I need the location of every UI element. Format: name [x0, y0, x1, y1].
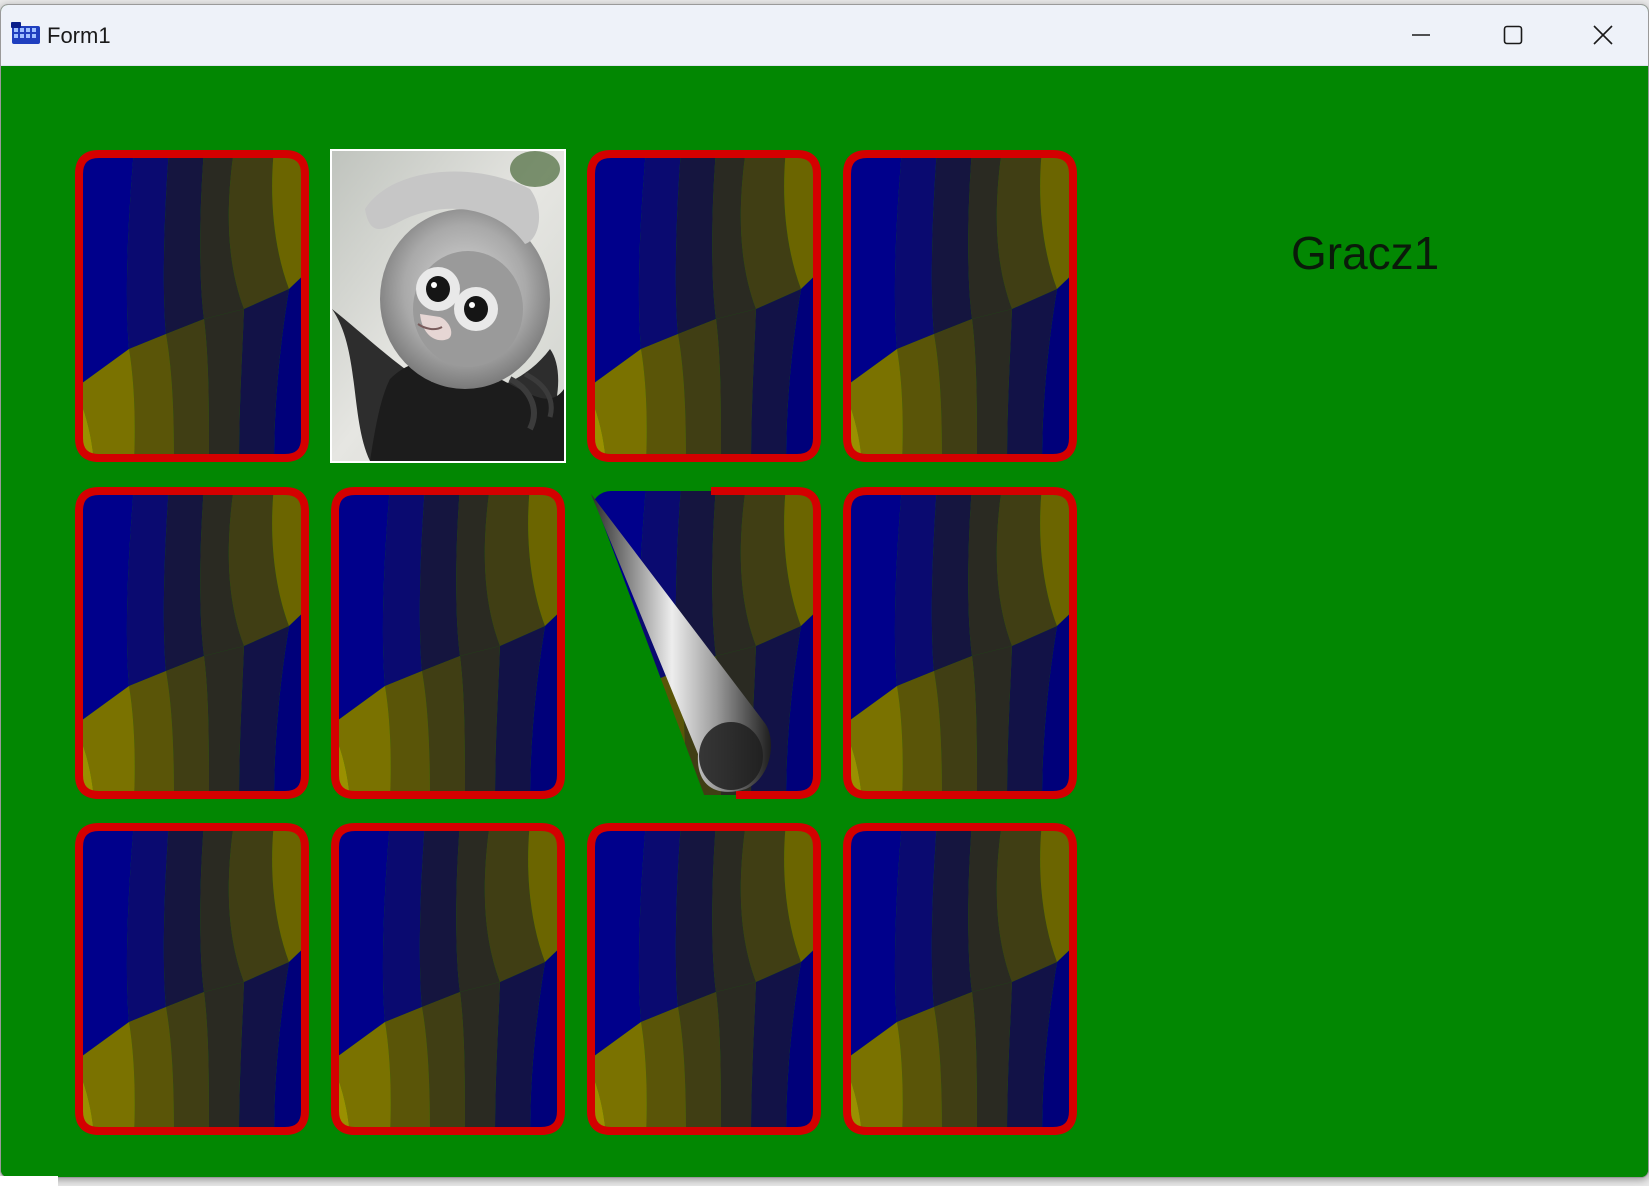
monkey-photo-image — [330, 149, 566, 463]
memory-card[interactable] — [74, 149, 310, 463]
memory-card[interactable] — [842, 486, 1078, 800]
title-bar[interactable]: Form1 — [1, 5, 1648, 66]
card-back-pattern — [843, 150, 1077, 462]
memory-card[interactable] — [330, 822, 566, 1136]
app-icon — [11, 22, 40, 44]
card-back-pattern — [331, 487, 565, 799]
card-back-pattern — [75, 823, 309, 1135]
memory-card[interactable] — [586, 149, 822, 463]
card-back-pattern — [331, 823, 565, 1135]
memory-card[interactable] — [586, 822, 822, 1136]
app-window: Form1 Gracz1 — [0, 4, 1649, 1178]
minimize-button[interactable] — [1375, 5, 1467, 65]
page-curl-tip — [699, 722, 763, 790]
card-back-pattern — [75, 487, 309, 799]
player-label: Gracz1 — [1291, 227, 1440, 279]
memory-card[interactable] — [842, 822, 1078, 1136]
card-back-pattern — [587, 823, 821, 1135]
card-back-pattern — [587, 150, 821, 462]
minimize-icon — [1412, 34, 1430, 36]
memory-card[interactable] — [842, 149, 1078, 463]
close-button[interactable] — [1557, 5, 1648, 65]
maximize-icon — [1503, 25, 1523, 45]
card-back-pattern — [75, 150, 309, 462]
card-back-pattern — [591, 487, 821, 799]
game-board: Gracz1 — [1, 66, 1648, 1177]
memory-card-revealed[interactable] — [330, 149, 566, 463]
maximize-button[interactable] — [1467, 5, 1559, 65]
window-title: Form1 — [47, 23, 111, 48]
close-icon — [1593, 25, 1613, 45]
memory-card[interactable] — [74, 822, 310, 1136]
memory-card[interactable] — [330, 486, 566, 800]
memory-card-flipping[interactable] — [586, 486, 822, 800]
card-back-pattern — [843, 487, 1077, 799]
card-back-pattern — [843, 823, 1077, 1135]
memory-card[interactable] — [74, 486, 310, 800]
taskbar-fragment — [0, 1176, 58, 1186]
